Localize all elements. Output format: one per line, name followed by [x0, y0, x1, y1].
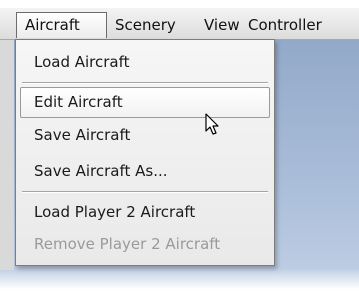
menu-item-load-aircraft[interactable]: Load Aircraft	[20, 47, 270, 78]
menu-item-edit-aircraft[interactable]: Edit Aircraft	[20, 87, 270, 118]
menu-controller[interactable]: Controller	[240, 12, 330, 38]
menu-item-remove-player-2-aircraft: Remove Player 2 Aircraft	[34, 235, 221, 253]
menu-scenery[interactable]: Scenery	[107, 12, 184, 38]
aircraft-dropdown-menu: Load Aircraft Edit Aircraft Save Aircraf…	[15, 39, 275, 266]
menu-separator	[22, 191, 268, 193]
mouse-pointer-icon	[205, 113, 219, 135]
menu-item-save-aircraft[interactable]: Save Aircraft	[20, 120, 270, 151]
menu-item-save-aircraft-as[interactable]: Save Aircraft As...	[20, 156, 270, 187]
menubar: Aircraft Scenery View Controller	[0, 8, 359, 40]
desktop-fade	[0, 268, 359, 293]
background-panel-edge	[0, 40, 14, 270]
menu-item-load-player-2-aircraft[interactable]: Load Player 2 Aircraft	[20, 197, 270, 228]
menu-aircraft[interactable]: Aircraft	[16, 12, 107, 38]
menu-separator	[22, 82, 268, 84]
